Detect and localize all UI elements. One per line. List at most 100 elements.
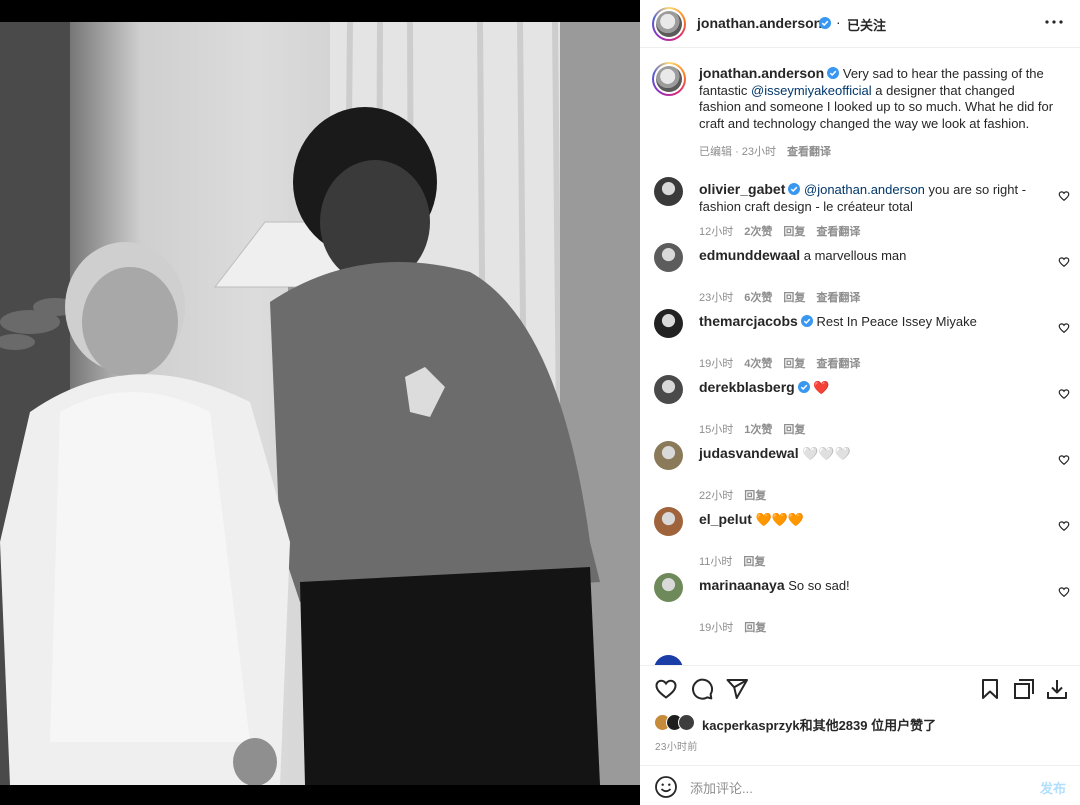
commenter-username[interactable]: themarcjacobs: [699, 313, 798, 329]
carousel-icon[interactable]: [1012, 677, 1036, 701]
comment-text: judasvandewal 🤍🤍🤍: [699, 445, 1059, 463]
commenter-username[interactable]: marinaanaya: [699, 577, 785, 593]
comment-meta: 19小时 4次赞 回复 查看翻译: [699, 355, 871, 371]
comment-body: 🧡🧡🧡: [755, 512, 805, 527]
commenter-avatar[interactable]: [654, 507, 683, 536]
emoji-icon[interactable]: [654, 775, 678, 799]
comment-heart-icon[interactable]: [1058, 190, 1070, 202]
commenter-avatar[interactable]: [654, 243, 683, 272]
comment-time[interactable]: 15小时: [699, 424, 733, 436]
comment-meta: 19小时 回复: [699, 619, 777, 635]
comment-likes[interactable]: 6次赞: [744, 292, 772, 304]
comment-input[interactable]: 添加评论...: [690, 778, 753, 797]
verified-icon: [797, 381, 810, 393]
comment-heart-icon[interactable]: [1058, 586, 1070, 598]
comment-heart-icon[interactable]: [1058, 520, 1070, 532]
post-actions: kacperkasprzyk和其他2839 位用户赞了 23小时前: [640, 665, 1080, 765]
post-media-pane: [0, 0, 640, 805]
comment-likes[interactable]: 2次赞: [744, 226, 772, 238]
comment-mention-link[interactable]: @jonathan.anderson: [804, 182, 925, 197]
caption-username[interactable]: jonathan.anderson: [699, 65, 824, 81]
comment-reply-button[interactable]: 回复: [783, 226, 805, 238]
comment-reply-button[interactable]: 回复: [783, 424, 805, 436]
verified-icon: [819, 17, 831, 29]
post-timestamp[interactable]: 23小时前: [655, 738, 698, 753]
edited-label: 已编辑: [699, 146, 732, 158]
comment-heart-icon[interactable]: [1058, 256, 1070, 268]
comment-text: themarcjacobs Rest In Peace Issey Miyake: [699, 313, 1059, 331]
header-separator: ·: [836, 14, 841, 30]
caption-author-avatar[interactable]: [652, 62, 686, 96]
comment-item: judasvandewal 🤍🤍🤍 22小时 回复: [640, 441, 1080, 507]
save-icon[interactable]: [978, 677, 1002, 701]
comments-list[interactable]: jonathan.anderson Very sad to hear the p…: [640, 49, 1080, 665]
comment-icon[interactable]: [690, 677, 714, 701]
commenter-username[interactable]: el_pelut: [699, 511, 752, 527]
comment-item: marinaanaya So so sad! 19小时 回复: [640, 573, 1080, 639]
liker-avatar: [678, 714, 695, 731]
comment-text: marinaanaya So so sad!: [699, 577, 1059, 595]
comment-time[interactable]: 23小时: [699, 292, 733, 304]
comment-translate-link[interactable]: 查看翻译: [816, 358, 860, 370]
comment-time[interactable]: 19小时: [699, 358, 733, 370]
photo-illustration: [0, 22, 640, 785]
caption-text: jonathan.anderson Very sad to hear the p…: [699, 65, 1059, 132]
comment-text: olivier_gabet @jonathan.anderson you are…: [699, 181, 1059, 215]
comment-time[interactable]: 12小时: [699, 226, 733, 238]
follow-status-button[interactable]: 已关注: [847, 15, 886, 34]
comment-heart-icon[interactable]: [1058, 388, 1070, 400]
commenter-avatar[interactable]: [654, 441, 683, 470]
comment-text: edmunddewaal a marvellous man: [699, 247, 1059, 265]
comment-text: el_pelut 🧡🧡🧡: [699, 511, 1059, 529]
comment-reply-button[interactable]: 回复: [783, 292, 805, 304]
comment-meta: 11小时 回复: [699, 553, 776, 569]
commenter-avatar[interactable]: [654, 309, 683, 338]
comment-heart-icon[interactable]: [1058, 322, 1070, 334]
commenter-username[interactable]: judasvandewal: [699, 445, 799, 461]
share-icon[interactable]: [725, 677, 749, 701]
comment-reply-button[interactable]: 回复: [783, 358, 805, 370]
comment-body: a marvellous man: [803, 248, 907, 263]
comment-heart-icon[interactable]: [1058, 454, 1070, 466]
comment-reply-button[interactable]: 回复: [744, 490, 766, 502]
comment-time[interactable]: 19小时: [699, 622, 733, 634]
comment-body: ❤️: [813, 380, 830, 395]
comment-meta: 12小时 2次赞 回复 查看翻译: [699, 223, 871, 239]
partial-comment-avatar[interactable]: [654, 655, 683, 665]
meta-separator: ·: [735, 146, 739, 158]
commenter-avatar[interactable]: [654, 375, 683, 404]
comment-time[interactable]: 22小时: [699, 490, 733, 502]
caption-mention-link[interactable]: @isseymiyakeofficial: [751, 83, 872, 98]
caption-translate-link[interactable]: 查看翻译: [787, 146, 831, 158]
post-comment-button[interactable]: 发布: [1040, 778, 1066, 797]
caption-meta: 已编辑 · 23小时 查看翻译: [699, 143, 831, 159]
comment-body: Rest In Peace Issey Miyake: [816, 314, 977, 329]
comment-item: olivier_gabet @jonathan.anderson you are…: [640, 177, 1080, 243]
post-details-panel: jonathan.anderson · 已关注 jonathan.anderso…: [640, 0, 1080, 805]
commenter-username[interactable]: edmunddewaal: [699, 247, 800, 263]
liker-username[interactable]: kacperkasprzyk: [702, 718, 800, 733]
comment-item: edmunddewaal a marvellous man 23小时 6次赞 回复 查看…: [640, 243, 1080, 309]
post-header: jonathan.anderson · 已关注: [640, 0, 1080, 48]
commenter-username[interactable]: olivier_gabet: [699, 181, 785, 197]
verified-icon: [827, 67, 840, 79]
post-photo[interactable]: [0, 22, 640, 785]
commenter-username[interactable]: derekblasberg: [699, 379, 795, 395]
comment-translate-link[interactable]: 查看翻译: [816, 226, 860, 238]
comment-item: el_pelut 🧡🧡🧡 11小时 回复: [640, 507, 1080, 573]
heart-icon[interactable]: [654, 677, 678, 701]
comment-likes[interactable]: 4次赞: [744, 358, 772, 370]
author-username[interactable]: jonathan.anderson: [697, 15, 822, 31]
comment-meta: 15小时 1次赞 回复: [699, 421, 816, 437]
commenter-avatar[interactable]: [654, 573, 683, 602]
comment-reply-button[interactable]: 回复: [744, 622, 766, 634]
comment-likes[interactable]: 1次赞: [744, 424, 772, 436]
comment-time[interactable]: 11小时: [699, 556, 732, 568]
comment-reply-button[interactable]: 回复: [743, 556, 765, 568]
author-avatar[interactable]: [652, 7, 686, 41]
comment-translate-link[interactable]: 查看翻译: [816, 292, 860, 304]
more-icon[interactable]: [1042, 10, 1066, 34]
download-icon[interactable]: [1045, 677, 1069, 701]
comment-meta: 22小时 回复: [699, 487, 777, 503]
commenter-avatar[interactable]: [654, 177, 683, 206]
